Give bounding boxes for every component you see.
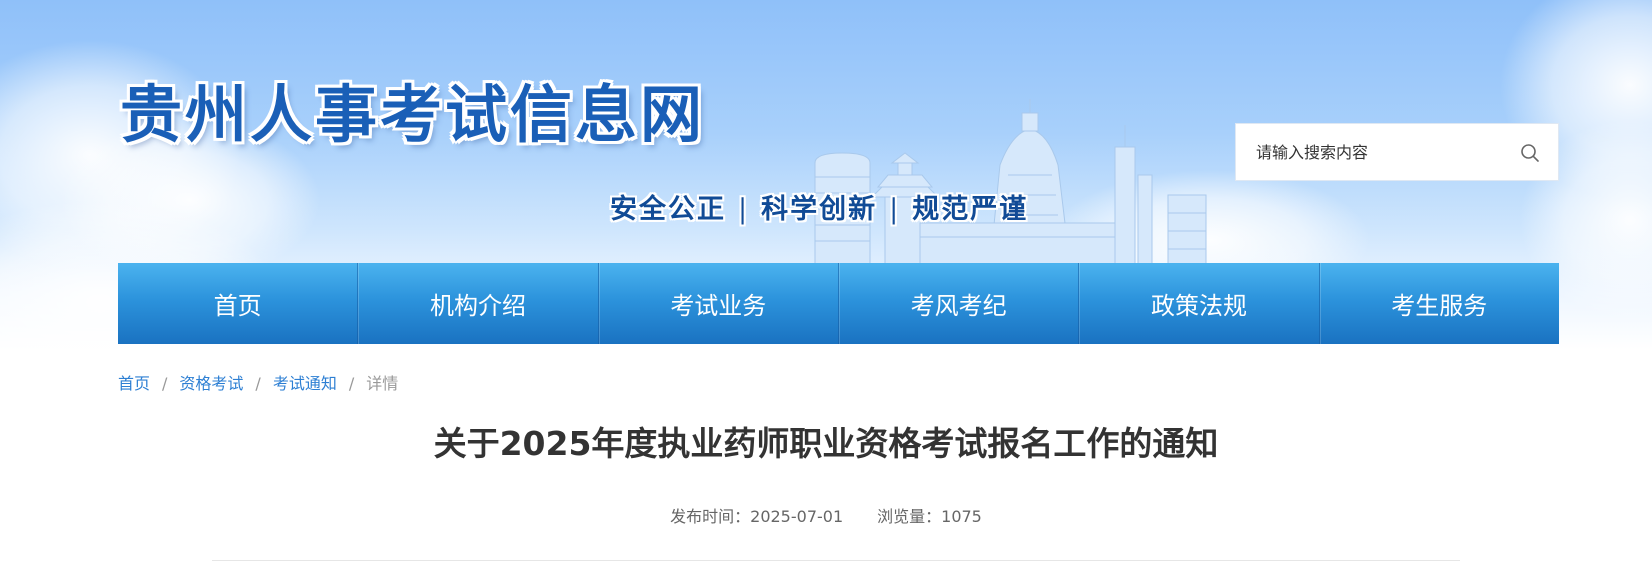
nav-item-exams[interactable]: 考试业务 — [597, 263, 838, 344]
slogan-part: 规范严谨 — [912, 194, 1029, 225]
breadcrumb-separator: / — [348, 374, 355, 393]
search-box — [1235, 123, 1559, 181]
publish-date: 2025-07-01 — [750, 507, 844, 526]
breadcrumb-separator: / — [162, 374, 168, 393]
main-nav: 首页 机构介绍 考试业务 考风考纪 政策法规 考生服务 — [118, 263, 1559, 344]
article-title: 关于2025年度执业药师职业资格考试报名工作的通知 — [433, 424, 1219, 463]
nav-item-discipline[interactable]: 考风考纪 — [837, 263, 1078, 344]
nav-item-policies[interactable]: 政策法规 — [1078, 263, 1318, 344]
search-icon[interactable] — [1520, 143, 1540, 163]
view-count: 1075 — [941, 507, 982, 526]
breadcrumb-link-home[interactable]: 首页 — [118, 374, 150, 393]
publish-date-label: 发布时间： — [670, 507, 751, 526]
slogan-part: 科学创新 — [761, 194, 878, 225]
slogan: 安全公正 | 科学创新 | 规范严谨 — [610, 196, 1028, 223]
slogan-separator: | — [889, 194, 901, 225]
breadcrumb-link-qualification-exams[interactable]: 资格考试 — [179, 374, 243, 393]
nav-item-home[interactable]: 首页 — [118, 263, 357, 344]
breadcrumb-current: 详情 — [366, 374, 399, 393]
site-title: 贵州人事考试信息网 — [120, 78, 706, 151]
slogan-separator: | — [738, 194, 750, 225]
divider — [212, 560, 1460, 561]
view-count-label: 浏览量： — [877, 507, 942, 526]
search-input[interactable] — [1256, 124, 1506, 180]
slogan-part: 安全公正 — [610, 194, 726, 225]
breadcrumb: 首页 / 资格考试 / 考试通知 / 详情 — [118, 370, 398, 394]
nav-item-about[interactable]: 机构介绍 — [357, 263, 597, 344]
breadcrumb-link-exam-notices[interactable]: 考试通知 — [273, 374, 337, 393]
article-meta: 发布时间：2025-07-01 浏览量：1075 — [0, 503, 1652, 527]
nav-item-services[interactable]: 考生服务 — [1318, 263, 1559, 344]
breadcrumb-separator: / — [255, 374, 261, 393]
cityscape-illustration — [814, 99, 1207, 265]
